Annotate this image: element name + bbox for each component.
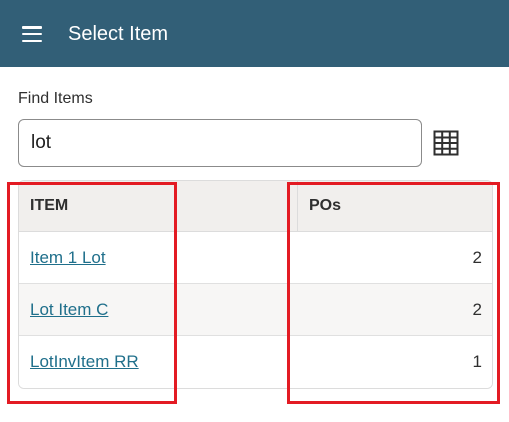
po-count: 2	[472, 300, 482, 319]
po-count: 1	[472, 352, 482, 371]
po-count: 2	[472, 248, 482, 267]
column-divider	[297, 181, 298, 232]
item-link[interactable]: LotInvItem RR	[30, 336, 139, 388]
column-header-item[interactable]: ITEM	[30, 181, 68, 231]
find-items-label: Find Items	[18, 90, 93, 107]
items-table: ITEM POs Item 1 Lot 2 Lot Item C 2 LotIn…	[18, 180, 493, 389]
find-items-input[interactable]	[18, 119, 422, 167]
column-header-pos[interactable]: POs	[309, 181, 341, 231]
table-row[interactable]: Lot Item C 2	[19, 284, 492, 336]
item-link[interactable]: Item 1 Lot	[30, 232, 106, 284]
table-row[interactable]: LotInvItem RR 1	[19, 336, 492, 388]
page-title: Select Item	[68, 23, 169, 45]
hamburger-menu-icon[interactable]	[22, 25, 42, 43]
item-link[interactable]: Lot Item C	[30, 284, 108, 336]
app-header: Select Item	[0, 0, 509, 67]
table-row[interactable]: Item 1 Lot 2	[19, 232, 492, 284]
table-header: ITEM POs	[19, 181, 492, 232]
grid-table-icon[interactable]	[433, 130, 459, 156]
